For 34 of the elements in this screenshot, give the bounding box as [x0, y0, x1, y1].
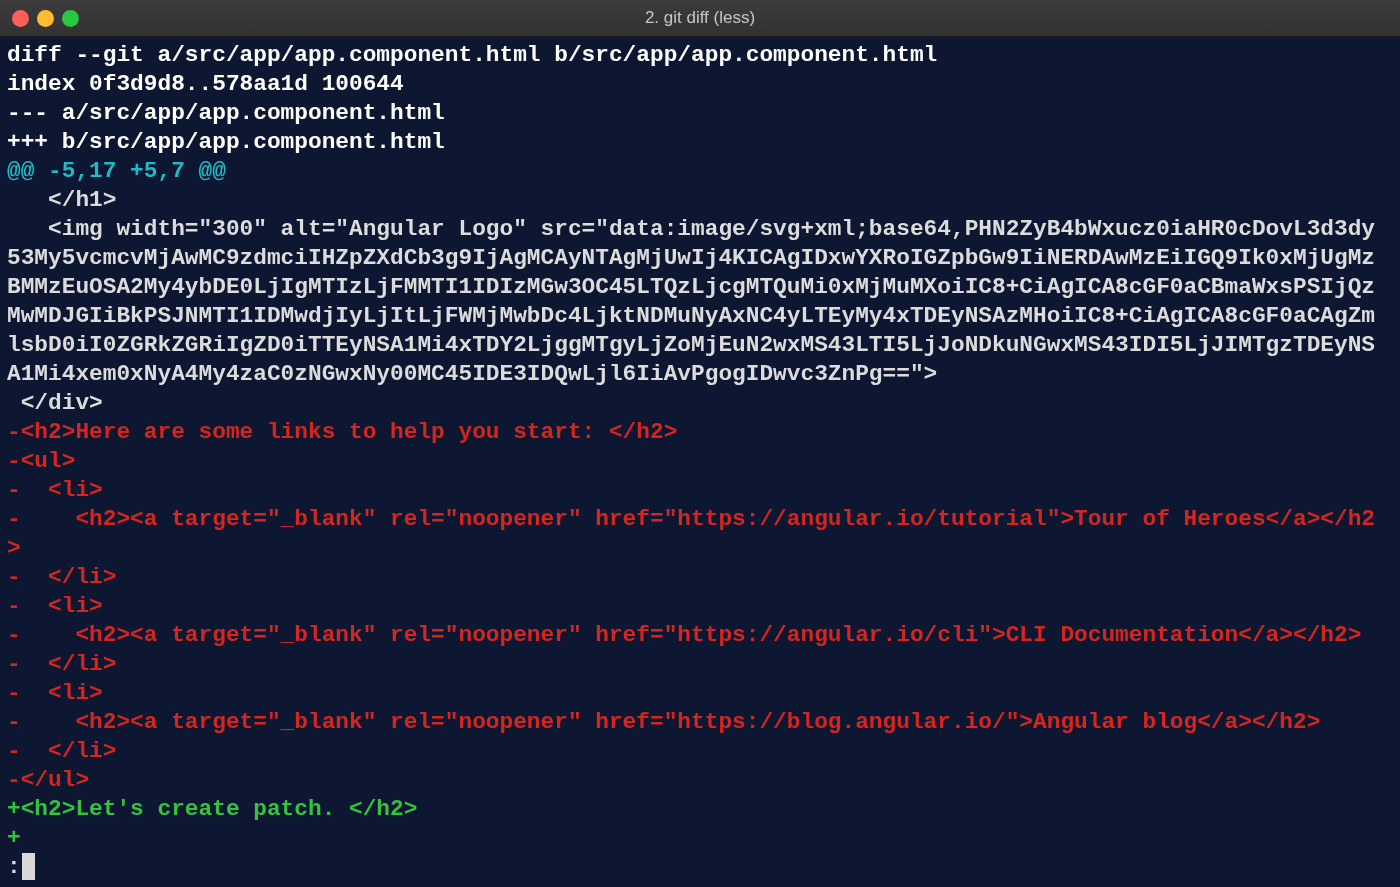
zoom-button[interactable] — [62, 10, 79, 27]
diff-line: --- a/src/app/app.component.html — [7, 100, 445, 126]
diff-line: -<ul> — [7, 448, 76, 474]
diff-line: - <h2><a target="_blank" rel="noopener" href="https://blog.angular.io/">Angular blog</a></h2> — [7, 709, 1321, 735]
diff-line: -</ul> — [7, 767, 90, 793]
diff-line: MwMDJGIiBkPSJNMTI1IDMwdjIyLjItLjFWMjMwbDc4LjktNDMuNyAxNC4yLTEyMy4xTDEyNSAzMHoiIC8+CiAgICA8cGF0aCAgZm — [7, 303, 1376, 329]
diff-line: - </li> — [7, 651, 117, 677]
prompt: : — [7, 854, 21, 880]
diff-line: @@ -5,17 +5,7 @@ — [7, 158, 226, 184]
window-title: 2. git diff (less) — [644, 7, 756, 30]
diff-line: BMMzEuOSA2My4ybDE0LjIgMTIzLjFMMTI1IDIzMGw3OC45LTQzLjcgMTQuMi0xMjMuMXoiIC8+CiAgICA8cGF0aCBmaWxsPSIjQz — [7, 274, 1376, 300]
diff-line: <img width="300" alt="Angular Logo" src="data:image/svg+xml;base64,PHN2ZyB4bWxucz0iaHR0cDovL3d3dy — [47, 216, 1376, 242]
diff-line: - <h2><a target="_blank" rel="noopener" href="https://angular.io/cli">CLI Documentation</a></h2> — [7, 622, 1362, 648]
diff-line: lsbD0iI0ZGRkZGRiIgZD0iTTEyNSA1Mi4xTDY2LjggMTgyLjZoMjEuN2wxMS43LTI5LjJoNDkuNGwxMS43IDI5LjJIMTgzTDEyNS — [7, 332, 1376, 358]
diff-line: - </li> — [7, 738, 117, 764]
diff-line: - <li> — [7, 593, 103, 619]
diff-line: 53My5vcmcvMjAwMC9zdmciIHZpZXdCb3g9IjAgMCAyNTAgMjUwIj4KICAgIDxwYXRoIGZpbGw9IiNERDAwMzEiIGQ9Ik0xMjUgMz — [7, 245, 1376, 271]
cursor — [21, 853, 35, 880]
diff-line: + — [7, 825, 21, 851]
diff-line: - </li> — [7, 564, 117, 590]
diff-line: - <li> — [7, 680, 103, 706]
diff-line: diff --git a/src/app/app.component.html b/src/app/app.component.html — [7, 42, 938, 68]
diff-line: - <h2><a target="_blank" rel="noopener" href="https://angular.io/tutorial">Tour of Heroes</a></h2 — [7, 506, 1376, 532]
diff-line: - <li> — [7, 477, 103, 503]
close-button[interactable] — [12, 10, 29, 27]
diff-line: > — [7, 535, 21, 561]
diff-line: index 0f3d9d8..578aa1d 100644 — [7, 71, 404, 97]
diff-line: </div> — [19, 390, 103, 416]
diff-line: </h1> — [47, 187, 117, 213]
diff-line: +++ b/src/app/app.component.html — [7, 129, 445, 155]
diff-line: -<h2>Here are some links to help you start: </h2> — [7, 419, 678, 445]
diff-line: +<h2>Let's create patch. </h2> — [7, 796, 418, 822]
diff-line: A1Mi4xem0xNyA4My4zaC0zNGwxNy00MC45IDE3IDQwLjl6IiAvPgogIDwvc3ZnPg=="> — [7, 361, 938, 387]
minimize-button[interactable] — [37, 10, 54, 27]
